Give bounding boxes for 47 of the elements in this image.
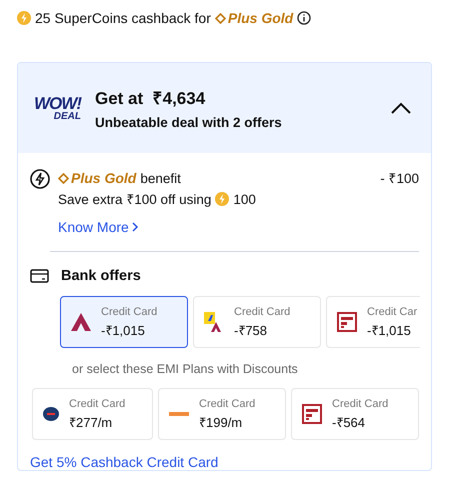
card-discount: -₹1,015 [101, 322, 146, 338]
emi-caption: or select these EMI Plans with Discounts [72, 362, 299, 376]
membership-brand-label: Plus Gold [58, 170, 136, 186]
card-type: Credit Car [367, 306, 418, 318]
card-type: Credit Card [332, 398, 388, 410]
offer-card[interactable]: Credit Card ₹199/m [158, 388, 286, 440]
membership-brand-label: Plus Gold [214, 10, 294, 26]
diamond-icon [58, 172, 69, 184]
card-type: Credit Card [199, 398, 256, 410]
coin-count: 100 [233, 192, 256, 206]
coin-icon [215, 192, 230, 206]
card-discount: ₹277/m [69, 414, 114, 430]
card-discount: -₹1,015 [367, 322, 412, 338]
info-icon[interactable] [297, 11, 312, 25]
know-more-link[interactable]: Know More [58, 219, 139, 235]
deal-price: Get at ₹4,634 [94, 88, 206, 109]
bank-logo-icon [204, 312, 224, 332]
bank-logo-icon [302, 404, 322, 424]
bank-logo-icon [71, 313, 91, 331]
card-type: Credit Card [101, 306, 158, 318]
bank-logo-icon [337, 312, 357, 332]
cashback-text: 25 SuperCoins cashback for [35, 10, 211, 26]
chevron-right-icon [130, 222, 139, 232]
card-discount: -₹564 [332, 414, 366, 430]
benefit-detail: Save extra ₹100 off using [58, 191, 212, 208]
card-type: Credit Card [69, 398, 126, 410]
cashback-card-link[interactable]: Get 5% Cashback Credit Card [30, 454, 218, 470]
offer-card[interactable]: Credit Car -₹1,015 [326, 296, 420, 348]
coin-icon [17, 11, 31, 25]
collapse-button[interactable] [391, 102, 411, 114]
bank-logo-icon [43, 407, 59, 421]
deal-subtitle: Unbeatable deal with 2 offers [94, 115, 283, 130]
benefit-amount: - ₹100 [380, 170, 419, 187]
lightning-icon [30, 169, 50, 189]
bank-logo-icon [169, 412, 189, 416]
card-discount: -₹758 [234, 322, 268, 338]
offer-card[interactable]: Credit Card ₹277/m [32, 388, 153, 440]
card-icon [30, 269, 49, 283]
section-title: Bank offers [61, 268, 141, 284]
offer-card[interactable]: Credit Card -₹1,015 [60, 296, 188, 348]
offer-card[interactable]: Credit Card -₹564 [291, 388, 419, 440]
offer-card[interactable]: Credit Card -₹758 [193, 296, 321, 348]
card-discount: ₹199/m [199, 414, 244, 430]
wow-deal-logo: WOW! DEAL [34, 94, 81, 122]
diamond-icon [214, 12, 226, 24]
card-type: Credit Card [234, 306, 290, 318]
benefit-label: benefit [140, 170, 181, 186]
